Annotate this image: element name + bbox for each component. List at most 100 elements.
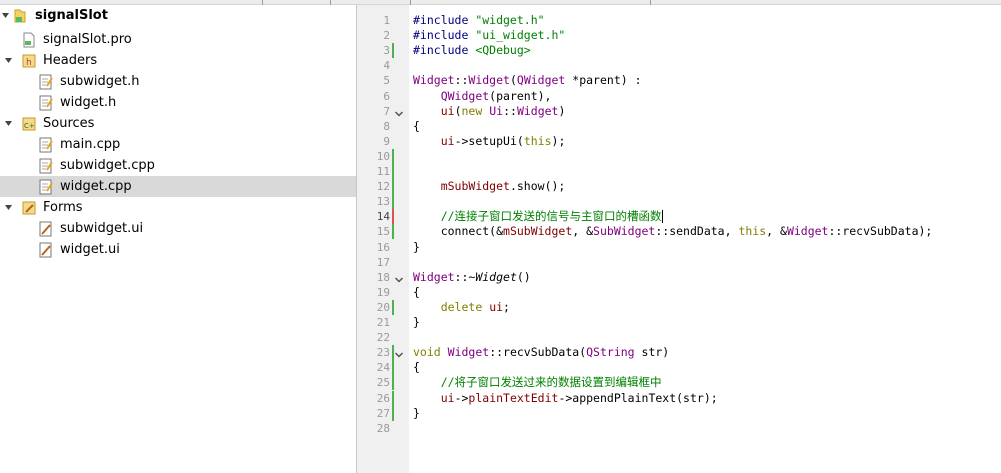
code-token: (parent), <box>489 88 552 103</box>
tree-item-label: widget.ui <box>60 242 120 257</box>
tree-item-main-cpp[interactable]: main.cpp <box>0 134 356 155</box>
tree-item-headers[interactable]: h Headers <box>0 50 356 71</box>
code-line[interactable]: } <box>413 315 420 330</box>
header-file-icon <box>39 74 53 90</box>
code-line[interactable]: ui->setupUi(this); <box>413 133 566 149</box>
forms-folder-icon <box>22 200 36 216</box>
code-token: ::~ <box>454 269 476 284</box>
code-line[interactable]: //连接子窗口发送的信号与主窗口的槽函数 <box>413 209 663 224</box>
line-number: 5 <box>383 74 390 88</box>
code-line[interactable]: QWidget(parent), <box>413 88 552 104</box>
code-line[interactable]: Widget::Widget(QWidget *parent) : <box>413 73 642 88</box>
line-number: 23 <box>376 346 390 360</box>
code-line[interactable]: delete ui; <box>413 300 510 315</box>
code-line[interactable]: { <box>413 119 420 134</box>
project-tree: signalSlot signalSlot.pro h Headers subw… <box>0 5 356 473</box>
source-file-icon <box>39 158 53 174</box>
code-line[interactable]: ui(new Ui::Widget) <box>413 103 566 119</box>
unsaved-change-marker <box>392 209 394 225</box>
tree-item-subwidget-cpp[interactable]: subwidget.cpp <box>0 155 356 176</box>
tree-item-label: main.cpp <box>60 137 121 152</box>
fold-chevron-icon[interactable] <box>394 346 404 361</box>
line-number: 4 <box>383 59 390 73</box>
code-token: SubWidget <box>593 224 656 239</box>
code-token: Widget <box>475 269 517 284</box>
source-file-icon <box>39 137 53 153</box>
code-editor[interactable]: 1 2 3 4 5 6 7 8 9 10 11 12 13 14 15 16 17 18 19 20 21 22 23 24 2… <box>357 5 1001 473</box>
code-token: QString <box>586 345 635 360</box>
code-token: ->appendPlainText(str); <box>558 390 718 405</box>
code-line[interactable]: { <box>413 285 420 300</box>
tree-item-widget-ui[interactable]: widget.ui <box>0 239 356 260</box>
code-token: } <box>413 405 420 420</box>
change-marker <box>392 164 394 180</box>
code-line[interactable]: connect(&mSubWidget, &SubWidget::sendDat… <box>413 224 933 239</box>
code-token: { <box>413 118 420 133</box>
line-number: 3 <box>383 44 390 58</box>
tree-item-widget-h[interactable]: widget.h <box>0 92 356 113</box>
code-line[interactable]: ui->plainTextEdit->appendPlainText(str); <box>413 391 718 406</box>
change-marker <box>392 299 394 315</box>
svg-text:h: h <box>26 58 32 68</box>
collapse-arrow-icon[interactable] <box>1 5 11 26</box>
line-number: 27 <box>376 406 390 420</box>
form-file-icon <box>39 242 53 258</box>
code-line[interactable]: #include <QDebug> <box>413 43 531 58</box>
code-token: ( <box>454 103 462 118</box>
code-line[interactable]: { <box>413 360 420 375</box>
line-number: 16 <box>376 240 390 254</box>
tree-item-pro-file[interactable]: signalSlot.pro <box>0 29 356 50</box>
collapse-arrow-icon[interactable] <box>4 50 14 71</box>
collapse-arrow-icon[interactable] <box>4 113 14 134</box>
code-line[interactable]: //将子窗口发送过来的数据设置到编辑框中 <box>413 375 662 390</box>
code-line[interactable]: void Widget::recvSubData(QString str) <box>413 345 669 360</box>
code-token: Widget <box>516 103 559 118</box>
tree-item-label: subwidget.ui <box>60 221 144 236</box>
code-token: ui <box>489 299 504 314</box>
code-line[interactable]: #include "widget.h" <box>413 13 545 28</box>
change-marker <box>392 360 394 376</box>
code-token: //连接子窗口发送的信号与主窗口的槽函数 <box>440 209 662 224</box>
fold-chevron-icon[interactable] <box>394 105 404 120</box>
tree-item-subwidget-h[interactable]: subwidget.h <box>0 71 356 92</box>
line-number: 20 <box>376 300 390 314</box>
fold-chevron-icon[interactable] <box>394 271 404 286</box>
code-line[interactable]: } <box>413 406 420 421</box>
code-token: :: <box>503 103 517 118</box>
code-token: QWidget <box>516 73 566 88</box>
tree-item-label: Sources <box>43 116 95 131</box>
change-marker <box>392 375 394 391</box>
tree-item-project-root[interactable]: signalSlot <box>0 5 356 26</box>
tree-item-subwidget-ui[interactable]: subwidget.ui <box>0 218 356 239</box>
line-number: 15 <box>376 225 390 239</box>
collapse-arrow-icon[interactable] <box>4 197 14 218</box>
line-number: 8 <box>383 119 390 133</box>
code-token: #include <box>413 43 476 58</box>
code-line[interactable]: #include "ui_widget.h" <box>413 28 565 43</box>
tree-item-forms[interactable]: Forms <box>0 197 356 218</box>
text-cursor <box>661 210 663 224</box>
tree-item-label: Forms <box>43 200 83 215</box>
qt-project-icon <box>13 8 27 24</box>
code-token: QWidget <box>440 88 490 103</box>
change-marker <box>392 194 394 210</box>
code-token: .show(); <box>509 179 566 194</box>
tree-item-sources[interactable]: C+ Sources <box>0 113 356 134</box>
code-token: connect(& <box>413 224 504 239</box>
code-line[interactable]: mSubWidget.show(); <box>413 179 566 194</box>
tree-item-widget-cpp[interactable]: widget.cpp <box>0 176 356 197</box>
code-token: ); <box>551 133 566 148</box>
code-line[interactable]: } <box>413 240 420 255</box>
code-token: ui <box>440 390 455 405</box>
tree-item-label: signalSlot.pro <box>43 32 132 47</box>
line-number: 25 <box>376 376 390 390</box>
code-token: -> <box>454 390 469 405</box>
code-token: *parent) : <box>565 73 642 88</box>
code-line[interactable]: Widget::~Widget() <box>413 270 531 285</box>
